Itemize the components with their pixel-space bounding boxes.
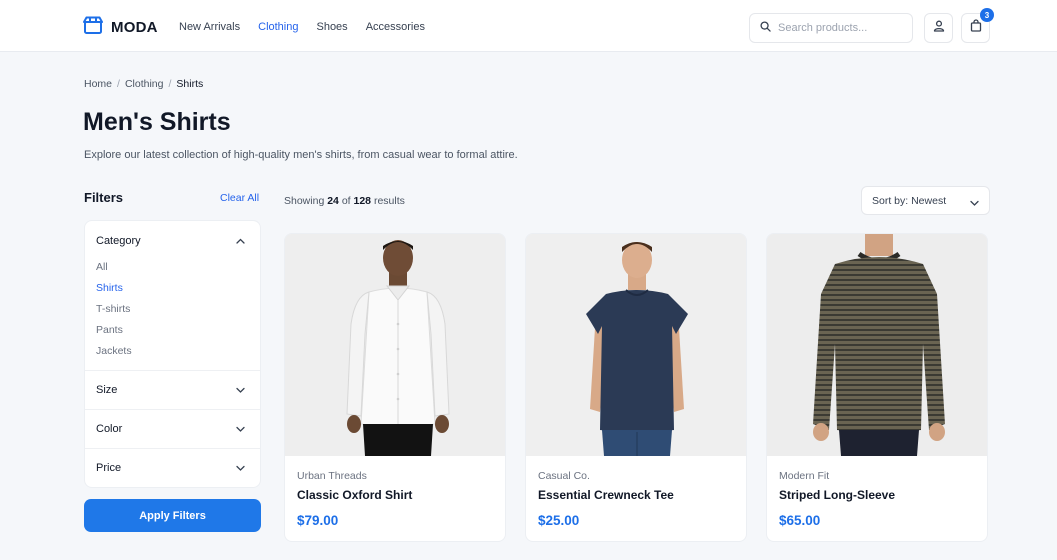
breadcrumb: Home / Clothing / Shirts [84, 78, 203, 90]
product-brand: Urban Threads [297, 470, 367, 482]
breadcrumb-current: Shirts [176, 78, 204, 90]
filter-category-all[interactable]: All [96, 261, 108, 273]
logo[interactable]: MODA [83, 16, 158, 39]
filter-price-header[interactable]: Price [96, 462, 121, 474]
clear-all-link[interactable]: Clear All [220, 192, 259, 204]
results-suffix: results [373, 195, 405, 207]
breadcrumb-clothing[interactable]: Clothing [125, 78, 164, 90]
product-name[interactable]: Striped Long-Sleeve [779, 488, 895, 502]
product-price: $25.00 [538, 513, 580, 528]
filter-size-header[interactable]: Size [96, 384, 117, 396]
product-price: $79.00 [297, 513, 339, 528]
nav-shoes[interactable]: Shoes [316, 21, 347, 33]
filter-divider [85, 409, 260, 410]
product-price: $65.00 [779, 513, 821, 528]
product-card[interactable]: Casual Co. Essential Crewneck Tee $25.00 [525, 233, 747, 542]
product-card[interactable]: Urban Threads Classic Oxford Shirt $79.0… [284, 233, 506, 542]
results-shown: 24 [327, 195, 339, 207]
chevron-down-icon [970, 197, 979, 209]
results-total: 128 [353, 195, 372, 207]
search-icon [760, 19, 771, 37]
user-icon [933, 19, 945, 37]
search-box[interactable] [749, 13, 913, 43]
breadcrumb-home[interactable]: Home [84, 78, 112, 90]
filter-divider [85, 370, 260, 371]
product-brand: Modern Fit [779, 470, 830, 482]
shopping-bag-icon [970, 19, 982, 37]
logo-text: MODA [111, 19, 158, 36]
filter-divider [85, 448, 260, 449]
results-prefix: Showing [284, 195, 325, 207]
product-image-oxford-shirt[interactable] [285, 234, 505, 456]
filters-title: Filters [84, 190, 124, 205]
cart-count-badge: 3 [980, 8, 994, 22]
product-brand: Casual Co. [538, 470, 590, 482]
site-header: MODA New Arrivals Clothing Shoes Accesso… [0, 0, 1057, 52]
page-subtitle: Explore our latest collection of high-qu… [84, 149, 518, 161]
filter-category-jackets[interactable]: Jackets [96, 345, 132, 357]
results-count: Showing 24 of 128 results [284, 195, 405, 207]
sort-label: Sort by: Newest [872, 194, 947, 207]
product-name[interactable]: Classic Oxford Shirt [297, 488, 412, 502]
filter-category-header[interactable]: Category [96, 235, 141, 247]
product-card[interactable]: Modern Fit Striped Long-Sleeve $65.00 [766, 233, 988, 542]
search-input[interactable] [778, 22, 898, 34]
nav-accessories[interactable]: Accessories [366, 21, 425, 33]
store-icon [83, 16, 103, 39]
product-image-crewneck-tee[interactable] [526, 234, 746, 456]
account-button[interactable] [924, 13, 953, 43]
filter-color-header[interactable]: Color [96, 423, 122, 435]
page-title: Men's Shirts [83, 108, 231, 136]
main-nav: New Arrivals Clothing Shoes Accessories [179, 21, 425, 33]
breadcrumb-separator: / [168, 78, 172, 90]
filter-panel: Category All Shirts T-shirts Pants Jacke… [84, 220, 261, 488]
nav-new-arrivals[interactable]: New Arrivals [179, 21, 240, 33]
nav-clothing[interactable]: Clothing [258, 21, 298, 33]
filter-category-pants[interactable]: Pants [96, 324, 123, 336]
filter-category-shirts[interactable]: Shirts [96, 282, 123, 294]
breadcrumb-separator: / [117, 78, 120, 90]
sort-dropdown[interactable]: Sort by: Newest [861, 186, 990, 215]
product-image-striped-long-sleeve[interactable] [767, 234, 987, 456]
filter-category-tshirts[interactable]: T-shirts [96, 303, 130, 315]
product-name[interactable]: Essential Crewneck Tee [538, 488, 674, 502]
chevron-down-icon[interactable] [235, 424, 245, 434]
results-of: of [341, 195, 351, 207]
chevron-down-icon[interactable] [235, 463, 245, 473]
chevron-up-icon[interactable] [235, 236, 245, 246]
apply-filters-button[interactable]: Apply Filters [84, 499, 261, 532]
chevron-down-icon[interactable] [235, 385, 245, 395]
